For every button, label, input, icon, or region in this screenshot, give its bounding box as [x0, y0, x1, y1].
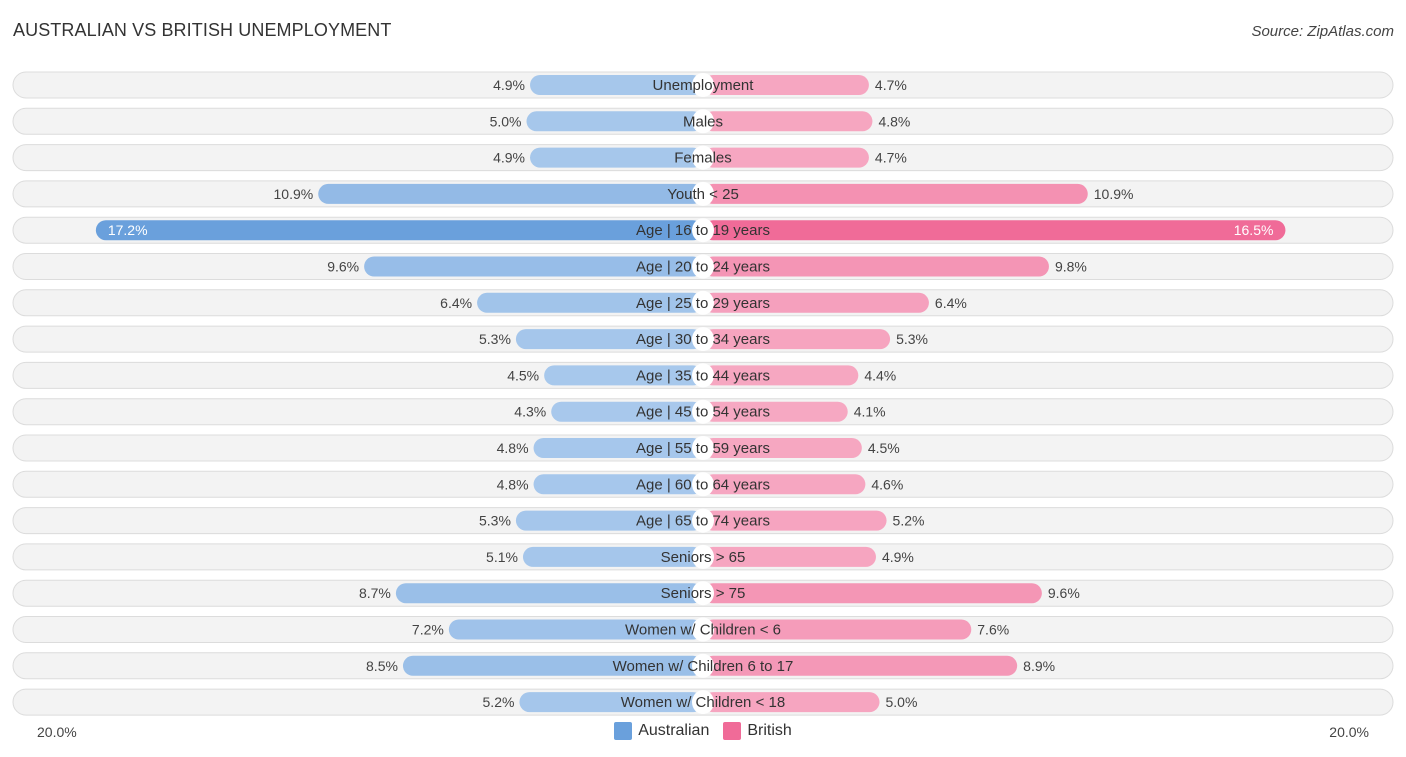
bar-british: [703, 111, 873, 132]
bar-australian: [526, 111, 703, 132]
value-label-british: 9.6%: [1048, 585, 1080, 601]
value-label-australian: 8.7%: [359, 585, 391, 601]
value-label-australian: 4.8%: [497, 476, 529, 492]
value-label-australian: 7.2%: [412, 622, 444, 638]
value-label-australian: 17.2%: [108, 222, 148, 238]
value-label-british: 5.0%: [886, 694, 918, 710]
chart-row[interactable]: 7.2% 7.6% Women w/ Children < 6: [12, 616, 1394, 643]
value-label-australian: 5.3%: [479, 331, 511, 347]
chart-row[interactable]: 8.5% 8.9% Women w/ Children 6 to 17: [12, 652, 1394, 680]
category-label: Age | 30 to 34 years: [636, 331, 770, 348]
category-label: Age | 45 to 54 years: [636, 404, 770, 421]
chart-row[interactable]: 5.0% 4.8% Males: [12, 107, 1394, 135]
bar-british: [703, 183, 1088, 204]
bar-australian: [318, 183, 703, 204]
category-label: Age | 65 to 74 years: [636, 513, 770, 530]
category-label: Seniors > 75: [661, 585, 746, 602]
value-label-australian: 9.6%: [327, 259, 359, 275]
category-label: Age | 55 to 59 years: [636, 440, 770, 457]
legend-label-british: British: [747, 722, 792, 739]
value-label-british: 8.9%: [1023, 658, 1055, 674]
value-label-australian: 4.9%: [493, 150, 525, 166]
bar-australian: [395, 583, 703, 604]
category-label: Age | 25 to 29 years: [636, 295, 770, 312]
chart-row[interactable]: 6.4% 6.4% Age | 25 to 29 years: [12, 289, 1394, 317]
legend: Australian British: [0, 722, 1406, 740]
category-label: Women w/ Children < 6: [625, 622, 781, 639]
category-label: Unemployment: [653, 77, 755, 94]
value-label-australian: 4.8%: [497, 440, 529, 456]
legend-item-british[interactable]: British: [723, 722, 792, 740]
value-label-british: 4.6%: [871, 476, 903, 492]
legend-swatch-australian: [614, 722, 633, 740]
chart-row[interactable]: 17.2% 16.5% Age | 16 to 19 years: [12, 216, 1394, 244]
value-label-british: 4.4%: [864, 367, 896, 383]
chart-row[interactable]: 5.3% 5.3% Age | 30 to 34 years: [12, 325, 1394, 353]
category-label: Age | 16 to 19 years: [636, 222, 770, 239]
value-label-british: 10.9%: [1094, 186, 1134, 202]
value-label-australian: 4.5%: [507, 367, 539, 383]
category-label: Seniors > 65: [661, 549, 746, 566]
chart-row[interactable]: 5.2% 5.0% Women w/ Children < 18: [12, 688, 1394, 716]
chart-row[interactable]: 4.9% 4.7% Females: [12, 144, 1394, 172]
bar-british: [703, 583, 1042, 604]
bar-australian: [95, 220, 704, 241]
legend-swatch-british: [723, 722, 742, 740]
category-label: Males: [683, 113, 723, 130]
value-label-australian: 6.4%: [440, 295, 472, 311]
category-label: Age | 35 to 44 years: [636, 367, 770, 384]
value-label-british: 4.9%: [882, 549, 914, 565]
value-label-australian: 4.3%: [514, 404, 546, 420]
chart-row[interactable]: 5.1% 4.9% Seniors > 65: [12, 543, 1394, 571]
chart-row[interactable]: 4.5% 4.4% Age | 35 to 44 years: [12, 361, 1394, 389]
chart-row[interactable]: 4.9% 4.7% Unemployment: [12, 71, 1394, 99]
chart-row[interactable]: 4.8% 4.6% Age | 60 to 64 years: [12, 470, 1394, 498]
chart-row[interactable]: 9.6% 9.8% Age | 20 to 24 years: [12, 253, 1394, 280]
bar-british: [703, 220, 1286, 241]
chart-canvas: 4.9% 4.7% Unemployment 5.0% 4.8% Males 4.9% 4.7…: [12, 71, 1394, 716]
value-label-australian: 5.1%: [486, 549, 518, 565]
value-label-australian: 5.0%: [490, 113, 522, 129]
chart-row[interactable]: 4.8% 4.5% Age | 55 to 59 years: [12, 434, 1394, 462]
value-label-british: 4.8%: [878, 113, 910, 129]
value-label-british: 4.5%: [868, 440, 900, 456]
value-label-australian: 10.9%: [274, 186, 314, 202]
value-label-british: 4.7%: [875, 77, 907, 93]
value-label-australian: 5.3%: [479, 513, 511, 529]
chart-row[interactable]: 4.3% 4.1% Age | 45 to 54 years: [12, 398, 1394, 426]
value-label-british: 6.4%: [935, 295, 967, 311]
chart-row[interactable]: 5.3% 5.2% Age | 65 to 74 years: [12, 507, 1394, 535]
category-label: Age | 60 to 64 years: [636, 476, 770, 493]
value-label-british: 5.2%: [893, 513, 925, 529]
chart-row[interactable]: 8.7% 9.6% Seniors > 75: [12, 579, 1394, 607]
chart-row[interactable]: 10.9% 10.9% Youth < 25: [12, 180, 1394, 208]
category-label: Age | 20 to 24 years: [636, 259, 770, 276]
value-label-british: 4.1%: [854, 404, 886, 420]
value-label-british: 9.8%: [1055, 259, 1087, 275]
value-label-australian: 5.2%: [483, 694, 515, 710]
legend-label-australian: Australian: [638, 722, 710, 739]
value-label-australian: 4.9%: [493, 77, 525, 93]
value-label-british: 5.3%: [896, 331, 928, 347]
value-label-australian: 8.5%: [366, 658, 398, 674]
category-label: Women w/ Children 6 to 17: [613, 658, 794, 675]
category-label: Females: [674, 150, 732, 167]
category-label: Youth < 25: [667, 186, 739, 203]
category-label: Women w/ Children < 18: [621, 694, 785, 711]
value-label-british: 4.7%: [875, 150, 907, 166]
value-label-british: 16.5%: [1234, 222, 1274, 238]
chart-rows: 4.9% 4.7% Unemployment 5.0% 4.8% Males 4.9% 4.7…: [12, 71, 1394, 716]
value-label-british: 7.6%: [977, 622, 1009, 638]
legend-item-australian[interactable]: Australian: [614, 722, 709, 740]
